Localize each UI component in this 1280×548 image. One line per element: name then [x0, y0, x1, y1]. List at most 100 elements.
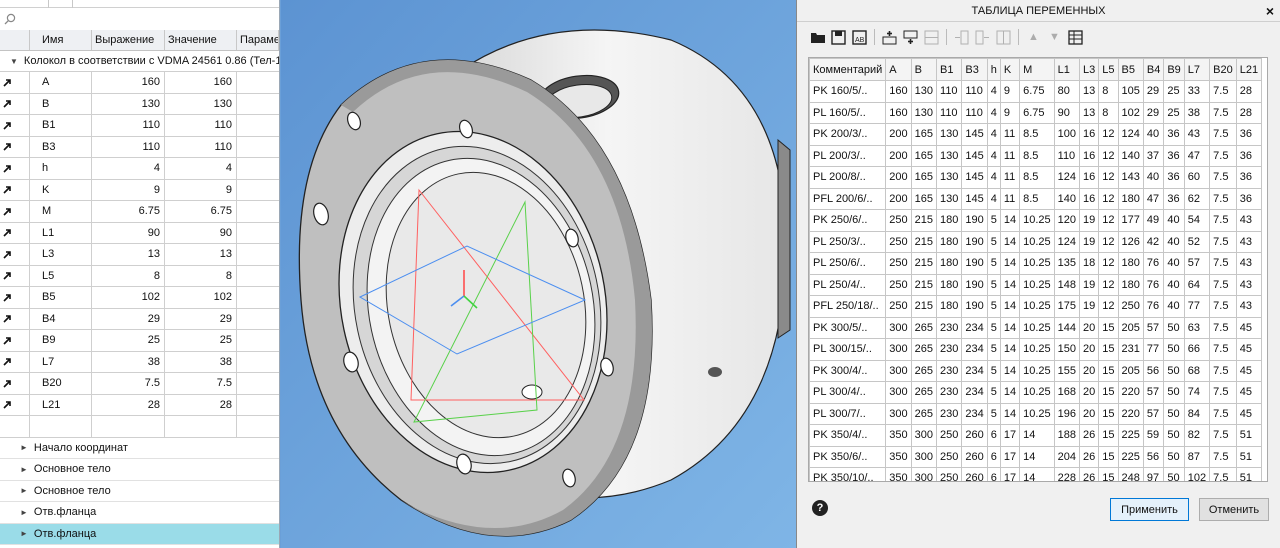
- table-cell[interactable]: 62: [1183, 187, 1211, 210]
- table-cell[interactable]: 38: [1183, 101, 1211, 124]
- table-cell[interactable]: 110: [1053, 144, 1081, 167]
- table-row[interactable]: PFL 250/18/.. 250 215 180 190 5 14 10.25 175 19 12…: [809, 295, 1263, 318]
- apply-button[interactable]: Применить: [1110, 498, 1189, 521]
- comment-cell[interactable]: PL 300/7/..: [809, 402, 887, 425]
- table-cell[interactable]: 20: [1078, 316, 1100, 339]
- table-cell[interactable]: 56: [1142, 445, 1165, 468]
- table-cell[interactable]: 265: [910, 402, 938, 425]
- table-cell[interactable]: 150: [1053, 338, 1081, 361]
- save-as-icon[interactable]: AB: [851, 29, 868, 46]
- variable-row[interactable]: L1 90 90: [0, 222, 279, 244]
- table-cell[interactable]: 16: [1078, 123, 1100, 146]
- table-cell[interactable]: 80: [1053, 80, 1081, 103]
- variable-row[interactable]: B9 25 25: [0, 330, 279, 352]
- table-cell[interactable]: 20: [1078, 402, 1100, 425]
- table-cell[interactable]: 180: [936, 273, 963, 296]
- table-cell[interactable]: 36: [1235, 144, 1263, 167]
- table-cell[interactable]: 8.5: [1019, 166, 1055, 189]
- variable-expression[interactable]: 110: [92, 115, 165, 136]
- table-cell[interactable]: 77: [1142, 338, 1165, 361]
- table-column-header[interactable]: L1: [1053, 58, 1081, 81]
- table-cell[interactable]: 7.5: [1209, 252, 1237, 275]
- table-cell[interactable]: 230: [936, 359, 963, 382]
- table-cell[interactable]: 60: [1183, 166, 1211, 189]
- table-cell[interactable]: 4: [986, 187, 1001, 210]
- table-cell[interactable]: 143: [1117, 166, 1144, 189]
- table-cell[interactable]: 165: [910, 144, 938, 167]
- table-cell[interactable]: 5: [986, 209, 1001, 232]
- table-cell[interactable]: 19: [1078, 230, 1100, 253]
- model-viewport[interactable]: [281, 0, 796, 548]
- table-cell[interactable]: 20: [1078, 359, 1100, 382]
- variable-expression[interactable]: 6.75: [92, 201, 165, 222]
- table-cell[interactable]: 180: [936, 295, 963, 318]
- table-cell[interactable]: 5: [986, 230, 1001, 253]
- table-cell[interactable]: 37: [1142, 144, 1165, 167]
- table-cell[interactable]: 45: [1235, 359, 1263, 382]
- table-cell[interactable]: 10.25: [1019, 230, 1055, 253]
- table-cell[interactable]: 265: [910, 316, 938, 339]
- table-cell[interactable]: 15: [1098, 359, 1119, 382]
- table-cell[interactable]: 190: [961, 230, 988, 253]
- table-cell[interactable]: 7.5: [1209, 424, 1237, 447]
- table-cell[interactable]: 4: [986, 101, 1001, 124]
- variable-row[interactable]: B3 110 110: [0, 136, 279, 158]
- table-cell[interactable]: 190: [961, 209, 988, 232]
- body-group[interactable]: ▼ Колокол в соответствии с VDMA 24561 0.…: [0, 51, 279, 72]
- table-cell[interactable]: 11: [999, 187, 1021, 210]
- table-cell[interactable]: 8: [1098, 101, 1119, 124]
- insert-row-below-icon[interactable]: [902, 29, 919, 46]
- table-cell[interactable]: 28: [1235, 101, 1263, 124]
- table-cell[interactable]: 45: [1235, 338, 1263, 361]
- table-cell[interactable]: 40: [1163, 273, 1185, 296]
- table-cell[interactable]: 225: [1117, 424, 1144, 447]
- table-cell[interactable]: 234: [961, 316, 988, 339]
- table-cell[interactable]: 120: [1053, 209, 1081, 232]
- table-cell[interactable]: 215: [910, 230, 938, 253]
- table-cell[interactable]: 250: [936, 424, 963, 447]
- table-cell[interactable]: 265: [910, 359, 938, 382]
- table-cell[interactable]: 180: [1117, 187, 1144, 210]
- table-cell[interactable]: 42: [1142, 230, 1165, 253]
- table-cell[interactable]: 13: [1078, 80, 1100, 103]
- table-row[interactable]: PL 250/4/.. 250 215 180 190 5 14 10.25 148 19 12 18…: [809, 273, 1263, 296]
- table-cell[interactable]: 43: [1235, 295, 1263, 318]
- table-cell[interactable]: 50: [1163, 338, 1185, 361]
- table-cell[interactable]: 10.25: [1019, 316, 1055, 339]
- table-cell[interactable]: 19: [1078, 209, 1100, 232]
- comment-cell[interactable]: PK 250/6/..: [809, 209, 887, 232]
- table-cell[interactable]: 36: [1235, 166, 1263, 189]
- table-cell[interactable]: 25: [1163, 101, 1185, 124]
- table-cell[interactable]: 300: [910, 424, 938, 447]
- table-cell[interactable]: 54: [1183, 209, 1211, 232]
- table-cell[interactable]: 124: [1117, 123, 1144, 146]
- variable-row[interactable]: K99: [0, 179, 279, 201]
- table-cell[interactable]: 12: [1098, 166, 1119, 189]
- table-cell[interactable]: 14: [1019, 424, 1055, 447]
- table-row[interactable]: PK 250/6/.. 250 215 180 190 5 14 10.25 120 19 12 17…: [809, 209, 1263, 232]
- table-cell[interactable]: 230: [936, 402, 963, 425]
- comment-cell[interactable]: PK 300/4/..: [809, 359, 887, 382]
- comment-cell[interactable]: PK 300/5/..: [809, 316, 887, 339]
- table-column-header[interactable]: B: [910, 58, 938, 81]
- comment-cell[interactable]: PL 200/3/..: [809, 144, 887, 167]
- table-cell[interactable]: 12: [1098, 187, 1119, 210]
- table-row[interactable]: PK 200/3/.. 200 165 130 145 4 11 8.5 100 16 12 124 4…: [809, 123, 1263, 146]
- table-cell[interactable]: 76: [1142, 273, 1165, 296]
- table-cell[interactable]: 8.5: [1019, 187, 1055, 210]
- table-row[interactable]: PK 350/6/.. 350 300 250 260 6 17 14 204 26 15 225 56…: [809, 445, 1263, 468]
- table-cell[interactable]: 11: [999, 123, 1021, 146]
- table-cell[interactable]: 20: [1078, 381, 1100, 404]
- table-cell[interactable]: 230: [936, 316, 963, 339]
- table-cell[interactable]: 50: [1163, 316, 1185, 339]
- table-row[interactable]: PL 250/6/.. 250 215 180 190 5 14 10.25 135 18 12 18…: [809, 252, 1263, 275]
- table-cell[interactable]: 90: [1053, 101, 1081, 124]
- variable-row[interactable]: L7 38 38: [0, 351, 279, 373]
- table-cell[interactable]: 130: [936, 123, 963, 146]
- table-cell[interactable]: 234: [961, 338, 988, 361]
- table-cell[interactable]: 45: [1235, 316, 1263, 339]
- table-cell[interactable]: 20: [1078, 338, 1100, 361]
- table-cell[interactable]: 215: [910, 295, 938, 318]
- table-cell[interactable]: 5: [986, 359, 1001, 382]
- table-cell[interactable]: 57: [1142, 316, 1165, 339]
